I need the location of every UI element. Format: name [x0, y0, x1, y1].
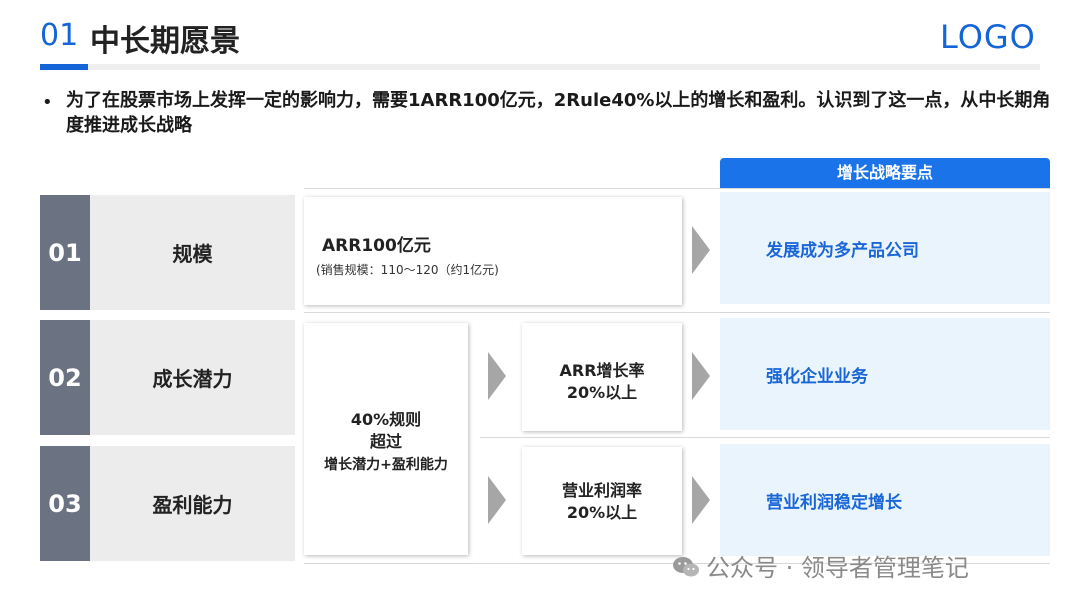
strategy-profit-growth: 营业利润稳定增长 [720, 444, 1050, 556]
growth-rate-value: 20%以上 [566, 383, 638, 402]
row-label-profit: 盈利能力 [90, 446, 295, 561]
profit-rate-value: 20%以上 [566, 503, 638, 522]
wechat-icon [672, 555, 699, 577]
row-label-growth: 成长潜力 [90, 320, 295, 435]
row-number-01: 01 [40, 195, 90, 310]
separator-line [480, 437, 1050, 438]
arr-card: ARR100亿元 (销售规模：110～120（约1亿元) [304, 197, 682, 305]
arr-subtitle: (销售规模：110～120（约1亿元) [316, 263, 499, 277]
strategy-header: 增长战略要点 [720, 158, 1050, 188]
section-number: 01 [40, 18, 79, 53]
arrow-right-icon [488, 476, 506, 524]
rule40-title: 40%规则 [350, 410, 422, 429]
rule40-exceed: 超过 [369, 432, 402, 451]
rule40-desc: 增长潜力+盈利能力 [324, 457, 448, 473]
row-number-03: 03 [40, 446, 90, 561]
strategy-enterprise: 强化企业业务 [720, 318, 1050, 430]
header-divider [40, 64, 1040, 70]
arrow-right-icon [692, 476, 710, 524]
growth-rate-title: ARR增长率 [559, 361, 645, 380]
watermark: 公众号 · 领导者管理笔记 [672, 548, 969, 583]
rule40-card: 40%规则 超过 增长潜力+盈利能力 [304, 323, 468, 555]
arrow-right-icon [692, 226, 710, 274]
bullet-marker: • [42, 92, 53, 113]
header-divider-accent [40, 64, 88, 70]
watermark-text: 公众号 · 领导者管理笔记 [706, 554, 969, 582]
arrow-right-icon [692, 352, 710, 400]
row-number-02: 02 [40, 320, 90, 435]
arrow-right-icon [488, 352, 506, 400]
intro-text: 为了在股票市场上发挥一定的影响力，需要1ARR100亿元，2Rule40%以上的… [66, 90, 1051, 136]
logo: LOGO [940, 18, 1036, 56]
growth-rate-card: ARR增长率 20%以上 [522, 323, 682, 431]
profit-rate-card: 营业利润率 20%以上 [522, 447, 682, 555]
page-title: 中长期愿景 [90, 24, 240, 59]
profit-rate-title: 营业利润率 [561, 481, 642, 500]
strategy-multi-product: 发展成为多产品公司 [720, 192, 1050, 304]
arr-title: ARR100亿元 [322, 236, 431, 256]
separator-line [304, 188, 1050, 189]
row-label-scale: 规模 [90, 195, 295, 310]
separator-line [304, 312, 1050, 313]
